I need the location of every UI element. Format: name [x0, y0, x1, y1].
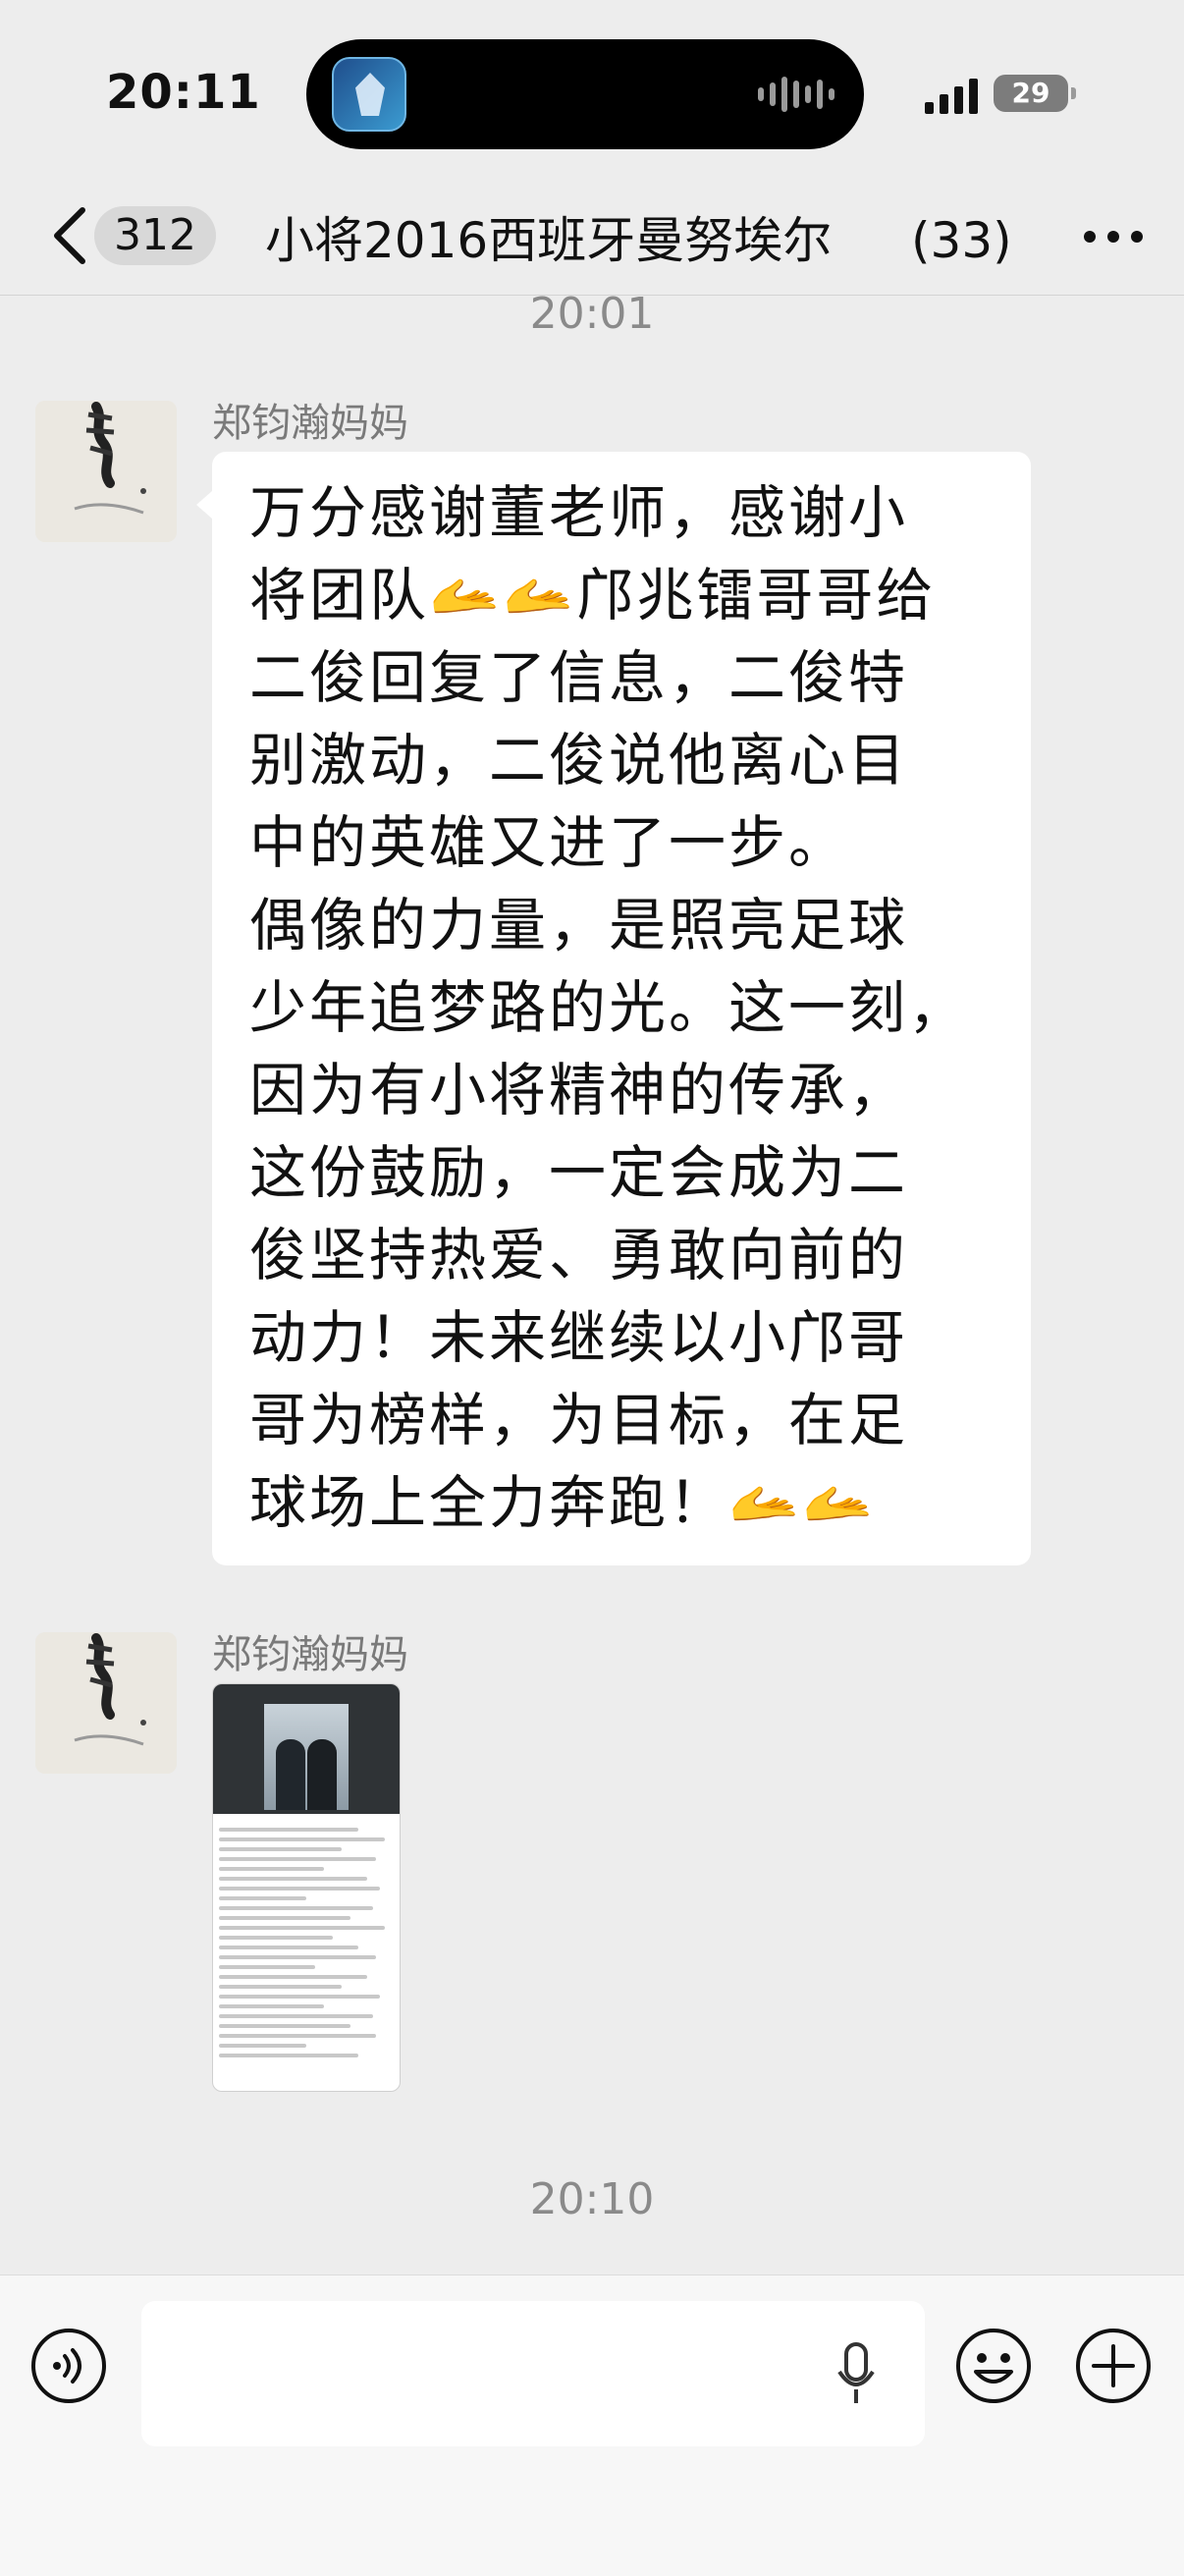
message-line: 哥为榜样，为目标，在足 [249, 1387, 909, 1453]
battery-icon: 29 [994, 75, 1076, 112]
member-count[interactable]: (33) [905, 206, 1012, 275]
sender-name: 郑钧瀚妈妈 [212, 401, 408, 446]
message-line: 这份鼓励，一定会成为二 [249, 1139, 909, 1206]
live-activity-app-icon [332, 57, 406, 132]
voice-input-icon[interactable] [29, 2327, 108, 2405]
cellular-signal-icon [925, 79, 978, 114]
dynamic-island[interactable] [306, 39, 864, 149]
message-timestamp: 20:01 [529, 289, 655, 339]
message-line: 万分感谢董老师，感谢小 [249, 479, 909, 546]
image-message-thumbnail[interactable] [212, 1683, 401, 2092]
status-time: 20:11 [106, 65, 261, 120]
message-timestamp: 20:10 [529, 2174, 655, 2224]
chat-input-bar [0, 2275, 1184, 2576]
message-line: 二俊回复了信息，二俊特 [249, 644, 909, 711]
message-line: 别激动，二俊说他离心目 [249, 727, 909, 794]
chat-title[interactable]: 小将2016西班牙曼努埃尔 [265, 206, 1001, 275]
thumbnail-photo [213, 1684, 400, 1814]
plus-icon[interactable] [1074, 2327, 1153, 2405]
message-line: 动力！未来继续以小邝哥 [249, 1304, 909, 1371]
audio-wave-icon [758, 75, 834, 114]
message-input[interactable] [141, 2301, 925, 2446]
message-line: 中的英雄又进了一步。 [249, 809, 849, 876]
microphone-icon[interactable] [836, 2342, 876, 2405]
message-line: 将团队🫴🫴邝兆镭哥哥给 [249, 562, 937, 629]
avatar[interactable] [35, 401, 177, 542]
status-bar: 20:11 29 [0, 0, 1184, 177]
more-dots-icon[interactable] [1074, 212, 1153, 261]
text-message-bubble[interactable]: 万分感谢董老师，感谢小 将团队🫴🫴邝兆镭哥哥给 二俊回复了信息，二俊特 别激动，… [196, 452, 1031, 1565]
message-line: 因为有小将精神的传承， [249, 1057, 909, 1124]
message-line: 偶像的力量，是照亮足球 [249, 892, 909, 959]
chat-nav-bar: 312 小将2016西班牙曼努埃尔 (33) [0, 177, 1184, 296]
message-line: 俊坚持热爱、勇敢向前的 [249, 1222, 909, 1288]
message-line: 少年追梦路的光。这一刻， [249, 974, 969, 1041]
unread-count-badge[interactable]: 312 [94, 206, 216, 265]
sender-name: 郑钧瀚妈妈 [212, 1632, 408, 1677]
avatar[interactable] [35, 1632, 177, 1774]
message-line: 球场上全力奔跑！🫴🫴 [249, 1469, 877, 1536]
thumbnail-comments [213, 1814, 400, 2071]
emoji-icon[interactable] [954, 2327, 1033, 2405]
